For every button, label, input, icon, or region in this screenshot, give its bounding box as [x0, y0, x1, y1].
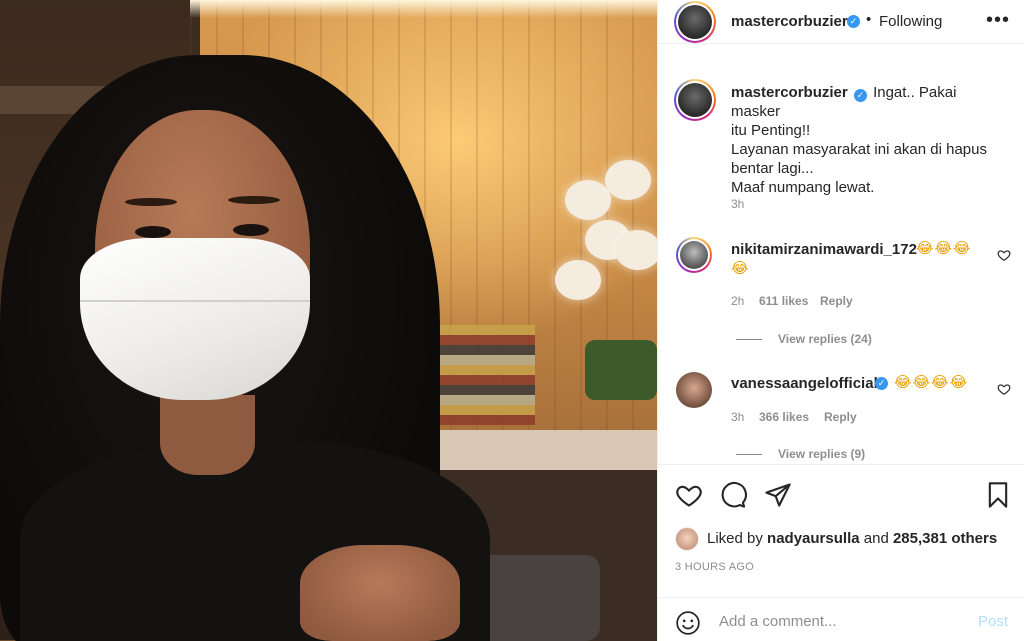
eyebrow-right — [228, 196, 280, 204]
comment-likes[interactable]: 366 likes — [759, 410, 809, 424]
comment-time[interactable]: 3h — [731, 410, 744, 424]
eye-right — [233, 224, 269, 236]
view-replies-button[interactable]: View replies (9) — [736, 447, 865, 461]
comment-input[interactable] — [719, 606, 959, 636]
caption-username[interactable]: mastercorbuzier — [731, 84, 848, 101]
comment-emoji-line-2: 😂 — [731, 260, 750, 277]
person-hand — [300, 545, 460, 641]
eyebrow-left — [125, 198, 177, 206]
emoji-smile-icon[interactable] — [675, 610, 701, 636]
comment-emoji: 😂😂😂 — [916, 240, 972, 257]
comment-username[interactable]: vanessaangelofficial — [731, 375, 878, 392]
caption-line-4: bentar lagi... — [731, 160, 814, 177]
author-avatar[interactable] — [674, 1, 716, 43]
save-bookmark-icon[interactable] — [984, 481, 1012, 509]
add-comment-bar: Post — [658, 597, 1024, 641]
likes-others-link[interactable]: 285,381 others — [893, 530, 997, 547]
comment-avatar[interactable] — [676, 372, 712, 408]
reply-button[interactable]: Reply — [824, 410, 857, 424]
caption-line-3: Layanan masyarakat ini akan di hapus — [731, 141, 987, 158]
verified-badge-icon: ✓ — [853, 89, 867, 102]
following-button[interactable]: Following — [879, 13, 942, 30]
caption-line-5: Maaf numpang lewat. — [731, 179, 875, 196]
face-mask-fold — [80, 300, 310, 302]
view-replies-button[interactable]: View replies (24) — [736, 332, 872, 346]
share-paper-plane-icon[interactable] — [764, 481, 792, 509]
post-side-panel: mastercorbuzier ✓ • Following ••• master… — [657, 0, 1024, 641]
comments-list[interactable]: mastercorbuzier ✓ Ingat.. Pakai masker i… — [658, 60, 1024, 464]
verified-badge-icon: ✓ — [847, 15, 860, 28]
reply-button[interactable]: Reply — [820, 294, 853, 308]
eye-left — [135, 226, 171, 238]
ceiling-light — [190, 0, 657, 18]
like-comment-heart-icon[interactable] — [997, 382, 1011, 396]
like-comment-heart-icon[interactable] — [997, 248, 1011, 262]
comment-username[interactable]: nikitamirzanimawardi_172 — [731, 241, 917, 258]
post-image[interactable] — [0, 0, 657, 641]
caption-timestamp[interactable]: 3h — [731, 197, 744, 211]
post-header: mastercorbuzier ✓ • Following ••• — [658, 0, 1024, 44]
orchid-flowers — [555, 160, 657, 310]
plant-pot — [585, 340, 657, 400]
liker-avatar[interactable] — [675, 527, 699, 551]
comment-time[interactable]: 2h — [731, 294, 744, 308]
caption-avatar[interactable] — [674, 79, 716, 121]
post-timestamp[interactable]: 3 HOURS AGO — [675, 561, 754, 573]
caption-line-2: itu Penting!! — [731, 122, 811, 139]
author-username[interactable]: mastercorbuzier — [731, 13, 848, 30]
more-options-icon[interactable]: ••• — [986, 9, 1010, 32]
liker-username[interactable]: nadyaursulla — [767, 530, 860, 547]
likes-summary: Liked by nadyaursulla and 285,381 others — [707, 530, 997, 547]
likes-prefix: Liked by — [707, 530, 763, 547]
like-heart-icon[interactable] — [675, 481, 703, 509]
post-caption: mastercorbuzier ✓ Ingat.. Pakai masker i… — [731, 83, 1001, 197]
post-actions-bar — [658, 464, 1024, 520]
comment-avatar[interactable] — [676, 237, 712, 273]
separator-dot: • — [866, 11, 872, 28]
person-neck — [160, 395, 255, 475]
likes-connector: and — [863, 530, 889, 547]
comment-likes[interactable]: 611 likes — [759, 294, 808, 308]
comment-emoji: 😂😂😂😂 — [894, 374, 969, 391]
verified-badge-icon: ✓ — [875, 377, 888, 390]
comment-bubble-icon[interactable] — [719, 481, 747, 509]
post-comment-button[interactable]: Post — [978, 613, 1008, 630]
